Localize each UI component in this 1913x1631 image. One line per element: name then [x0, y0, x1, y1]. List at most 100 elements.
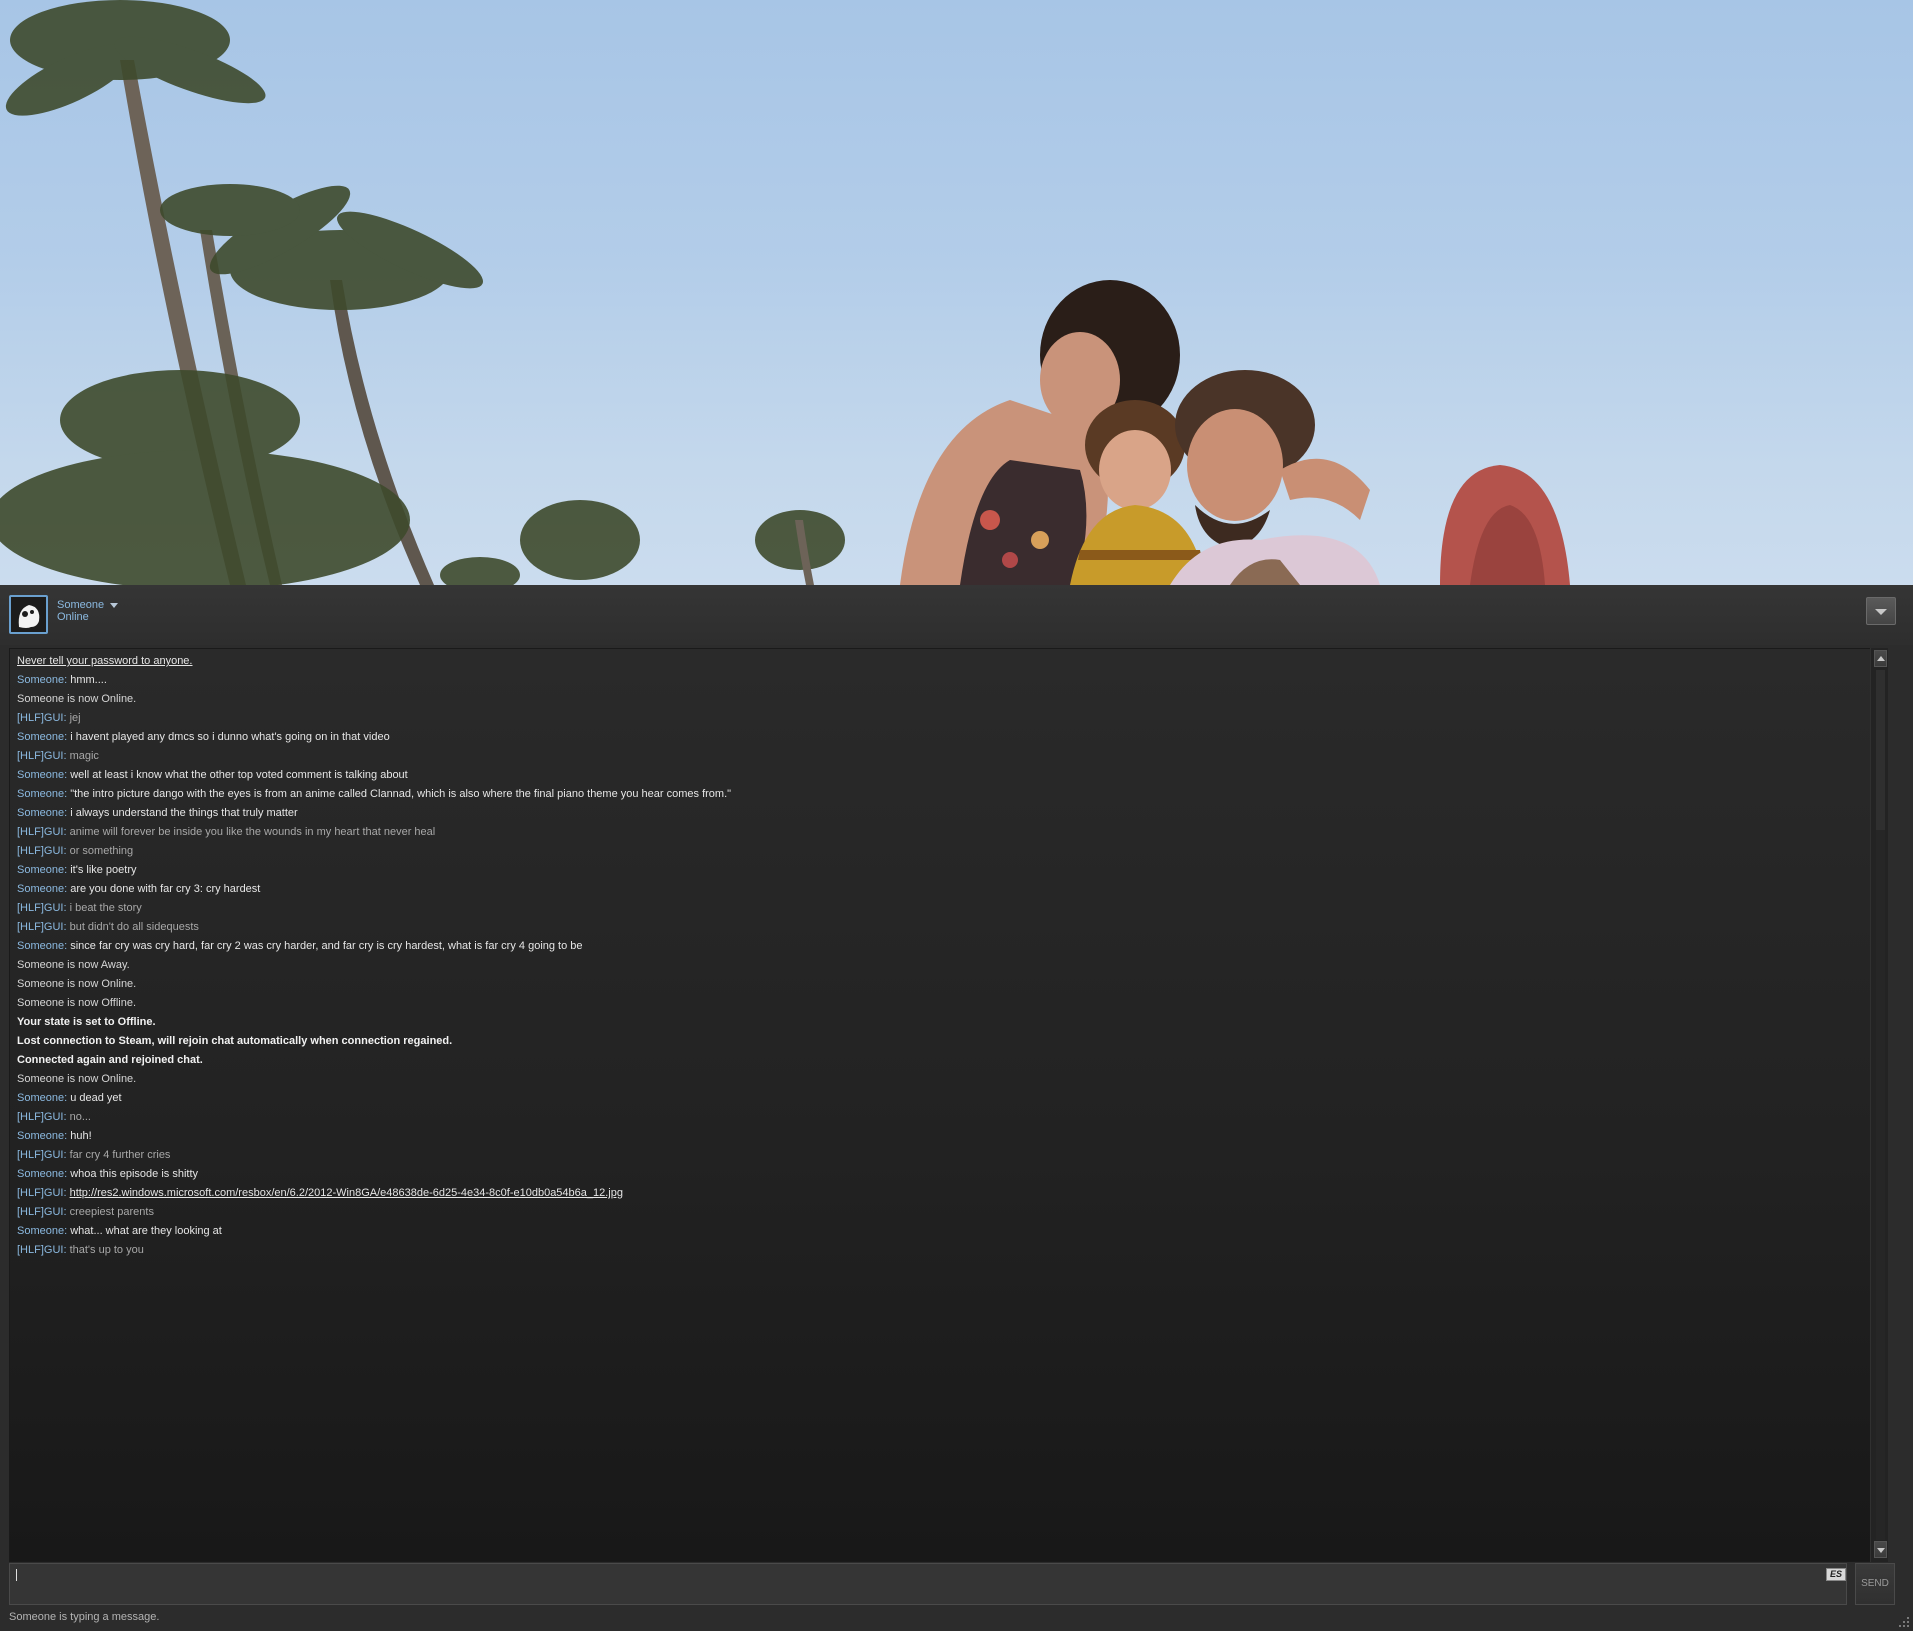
message-text: no... [69, 1111, 91, 1123]
scroll-down-button[interactable] [1874, 1541, 1887, 1558]
friend-name[interactable]: Someone [57, 599, 104, 611]
chat-message: Never tell your password to anyone. [17, 652, 1857, 671]
message-sender: [HLF]GUI [17, 1149, 64, 1161]
message-text: that's up to you [69, 1244, 144, 1256]
emoticon-button[interactable]: ES [1826, 1568, 1846, 1581]
message-text: anime will forever be inside you like th… [69, 826, 436, 838]
typing-status: Someone is typing a message. [9, 1611, 160, 1623]
message-text: i beat the story [69, 902, 142, 914]
message-sender: [HLF]GUI [17, 712, 64, 724]
desktop-wallpaper-photo [0, 0, 1913, 585]
message-text: are you done with far cry 3: cry hardest [70, 883, 261, 895]
message-input-box[interactable]: ES [9, 1563, 1847, 1605]
ghost-avatar-icon [11, 597, 46, 632]
status-change-text: Someone is now Online. [17, 978, 137, 990]
chat-message: Your state is set to Offline. [17, 1013, 1857, 1032]
chat-message: [HLF]GUI: http://res2.windows.microsoft.… [17, 1184, 1857, 1203]
scroll-thumb[interactable] [1876, 670, 1885, 830]
chat-message: Someone: i havent played any dmcs so i d… [17, 728, 1857, 747]
message-sender: Someone [17, 1225, 65, 1237]
status-change-text: Someone is now Online. [17, 693, 137, 705]
chat-message: [HLF]GUI: far cry 4 further cries [17, 1146, 1857, 1165]
message-sender: Someone [17, 731, 65, 743]
chat-message: [HLF]GUI: jej [17, 709, 1857, 728]
message-sender: Someone [17, 807, 65, 819]
chat-message: Someone: whoa this episode is shitty [17, 1165, 1857, 1184]
system-notice-text: Lost connection to Steam, will rejoin ch… [17, 1035, 453, 1047]
chat-message: [HLF]GUI: but didn't do all sidequests [17, 918, 1857, 937]
message-text: magic [69, 750, 99, 762]
message-sender: [HLF]GUI [17, 921, 64, 933]
message-sender: [HLF]GUI [17, 1187, 64, 1199]
friend-name-dropdown-icon[interactable] [110, 603, 118, 608]
send-button[interactable]: SEND [1855, 1563, 1895, 1605]
message-list: Never tell your password to anyone. Someo… [17, 652, 1857, 1260]
chat-message: Someone: "the intro picture dango with t… [17, 785, 1857, 804]
message-sender: [HLF]GUI [17, 1111, 64, 1123]
chat-message: Someone: u dead yet [17, 1089, 1857, 1108]
password-warning-link[interactable]: Never tell your password to anyone. [17, 655, 192, 667]
system-notice-text: Your state is set to Offline. [17, 1016, 156, 1028]
chat-header: Someone Online [0, 585, 1913, 645]
chat-message: Someone: i always understand the things … [17, 804, 1857, 823]
chat-message: Someone is now Away. [17, 956, 1857, 975]
chat-message: [HLF]GUI: no... [17, 1108, 1857, 1127]
message-sender: Someone [17, 1130, 65, 1142]
chat-message: Someone: hmm.... [17, 671, 1857, 690]
message-text: well at least i know what the other top … [70, 769, 408, 781]
chat-message: [HLF]GUI: or something [17, 842, 1857, 861]
arrow-up-icon [1877, 656, 1885, 661]
chat-message: Someone is now Online. [17, 690, 1857, 709]
chat-message: Someone is now Online. [17, 1070, 1857, 1089]
message-sender: [HLF]GUI [17, 750, 64, 762]
message-text: but didn't do all sidequests [69, 921, 199, 933]
arrow-down-icon [1877, 1548, 1885, 1553]
status-change-text: Someone is now Online. [17, 1073, 137, 1085]
chat-message: [HLF]GUI: i beat the story [17, 899, 1857, 918]
chat-message: [HLF]GUI: magic [17, 747, 1857, 766]
chevron-down-icon [1875, 609, 1887, 615]
message-sender: [HLF]GUI [17, 1244, 64, 1256]
chat-message: [HLF]GUI: that's up to you [17, 1241, 1857, 1260]
chat-options-button[interactable] [1866, 597, 1896, 625]
message-sender: Someone [17, 1168, 65, 1180]
resize-grip-icon[interactable] [1897, 1615, 1911, 1629]
message-text: jej [69, 712, 81, 724]
message-text: whoa this episode is shitty [70, 1168, 199, 1180]
chat-log[interactable]: Never tell your password to anyone. Someo… [9, 648, 1878, 1562]
chat-message: Someone: what... what are they looking a… [17, 1222, 1857, 1241]
message-text: it's like poetry [70, 864, 137, 876]
chat-log-scrollbar[interactable] [1870, 648, 1888, 1562]
chat-message: Someone: well at least i know what the o… [17, 766, 1857, 785]
message-text: huh! [70, 1130, 92, 1142]
friend-avatar[interactable] [9, 595, 48, 634]
message-text: i havent played any dmcs so i dunno what… [70, 731, 390, 743]
message-input[interactable] [14, 1567, 1814, 1583]
chat-window: Someone Online Never tell your password … [0, 585, 1913, 1631]
message-sender: Someone [17, 1092, 65, 1104]
message-sender: Someone [17, 864, 65, 876]
message-sender: [HLF]GUI [17, 826, 64, 838]
chat-message: Someone is now Online. [17, 975, 1857, 994]
wallpaper-illustration [0, 0, 1570, 585]
message-sender: Someone [17, 674, 65, 686]
chat-message: Someone is now Offline. [17, 994, 1857, 1013]
message-text: far cry 4 further cries [69, 1149, 171, 1161]
message-text: since far cry was cry hard, far cry 2 wa… [70, 940, 583, 952]
message-text: i always understand the things that trul… [70, 807, 298, 819]
text-caret [16, 1569, 17, 1581]
chat-message: Someone: huh! [17, 1127, 1857, 1146]
message-sender: [HLF]GUI [17, 1206, 64, 1218]
status-change-text: Someone is now Offline. [17, 997, 137, 1009]
message-link[interactable]: http://res2.windows.microsoft.com/resbox… [70, 1187, 623, 1199]
chat-message: Connected again and rejoined chat. [17, 1051, 1857, 1070]
message-sender: Someone [17, 788, 65, 800]
chat-message: [HLF]GUI: creepiest parents [17, 1203, 1857, 1222]
scroll-up-button[interactable] [1874, 650, 1887, 667]
chat-message: Lost connection to Steam, will rejoin ch… [17, 1032, 1857, 1051]
chat-message: [HLF]GUI: anime will forever be inside y… [17, 823, 1857, 842]
status-change-text: Someone is now Away. [17, 959, 130, 971]
chat-message: Someone: since far cry was cry hard, far… [17, 937, 1857, 956]
message-sender: Someone [17, 769, 65, 781]
system-notice-text: Connected again and rejoined chat. [17, 1054, 203, 1066]
